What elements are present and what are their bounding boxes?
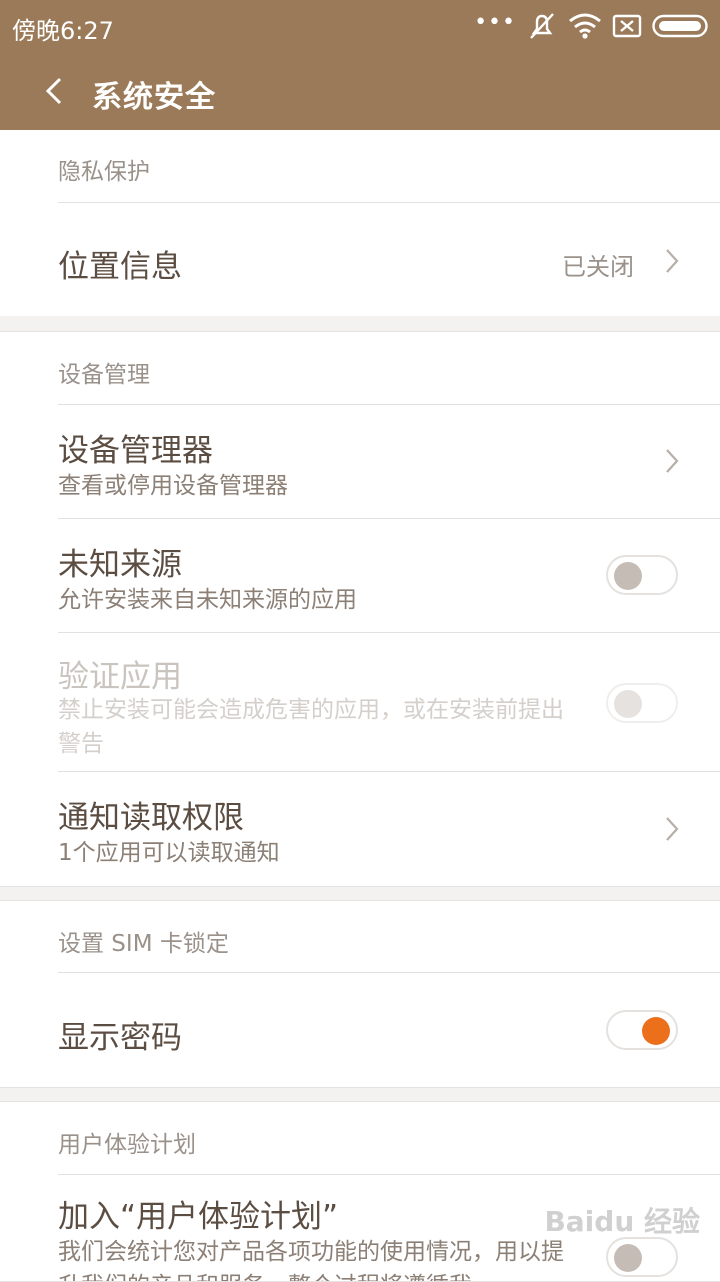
more-dots-icon: ••• [474, 10, 516, 35]
chevron-right-icon [666, 817, 679, 841]
section-header-ux: 用户体验计划 [58, 1132, 196, 1158]
section-header-sim: 设置 SIM 卡锁定 [58, 931, 229, 957]
device-admin-title: 设备管理器 [58, 433, 213, 469]
location-info-row[interactable]: 位置信息 已关闭 [0, 203, 720, 316]
section-header-device: 设备管理 [58, 362, 150, 388]
status-bar: 傍晚6:27 ••• [0, 0, 720, 52]
section-device-management: 设备管理 设备管理器 查看或停用设备管理器 未知来源 允许安装来自未知来源的应用… [0, 331, 720, 887]
back-arrow-icon[interactable] [40, 74, 72, 108]
show-password-title: 显示密码 [58, 1020, 182, 1056]
title-bar: 系统安全 [0, 52, 720, 130]
toggle-knob [614, 562, 642, 590]
toggle-knob [642, 1017, 670, 1045]
section-sim-lock: 设置 SIM 卡锁定 显示密码 [0, 900, 720, 1088]
chevron-right-icon [666, 249, 679, 273]
section-privacy: 隐私保护 位置信息 已关闭 [0, 130, 720, 316]
chevron-right-icon [666, 449, 679, 473]
verify-apps-toggle[interactable] [606, 683, 678, 723]
verify-apps-row: 验证应用 禁止安装可能会造成危害的应用，或在安装前提出警告 [0, 633, 720, 771]
silent-bell-icon [530, 13, 554, 39]
baidu-watermark: Baidu 经验 [544, 1205, 700, 1238]
verify-apps-subtitle: 禁止安装可能会造成危害的应用，或在安装前提出警告 [58, 697, 564, 757]
device-admin-subtitle: 查看或停用设备管理器 [58, 473, 288, 499]
unknown-sources-toggle[interactable] [606, 555, 678, 595]
verify-apps-title: 验证应用 [58, 659, 182, 695]
unknown-sources-row: 未知来源 允许安装来自未知来源的应用 [0, 519, 720, 632]
notification-access-row[interactable]: 通知读取权限 1个应用可以读取通知 [0, 772, 720, 885]
join-ux-title: 加入“用户体验计划” [58, 1199, 339, 1235]
section-user-experience: 用户体验计划 加入“用户体验计划” 我们会统计您对产品各项功能的使用情况，用以提… [0, 1101, 720, 1282]
device-admin-row[interactable]: 设备管理器 查看或停用设备管理器 [0, 405, 720, 518]
location-info-title: 位置信息 [58, 249, 182, 285]
show-password-toggle[interactable] [606, 1010, 678, 1050]
join-ux-subtitle: 我们会统计您对产品各项功能的使用情况，用以提升我们的产品和服务，整个过程将遵循我 [58, 1239, 564, 1281]
section-header-privacy: 隐私保护 [58, 159, 150, 185]
page-title: 系统安全 [92, 80, 216, 115]
toggle-knob [614, 690, 642, 718]
no-sim-icon [612, 14, 642, 38]
location-info-value: 已关闭 [562, 253, 634, 281]
wifi-icon [569, 13, 601, 39]
status-time: 傍晚6:27 [12, 17, 114, 45]
notification-access-subtitle: 1个应用可以读取通知 [58, 840, 280, 866]
notification-access-title: 通知读取权限 [58, 800, 244, 836]
unknown-sources-title: 未知来源 [58, 547, 182, 583]
unknown-sources-subtitle: 允许安装来自未知来源的应用 [58, 587, 357, 613]
battery-icon [652, 14, 708, 38]
join-ux-toggle[interactable] [606, 1237, 678, 1277]
show-password-row: 显示密码 [0, 973, 720, 1087]
status-icons: ••• [474, 10, 708, 42]
toggle-knob [614, 1244, 642, 1272]
